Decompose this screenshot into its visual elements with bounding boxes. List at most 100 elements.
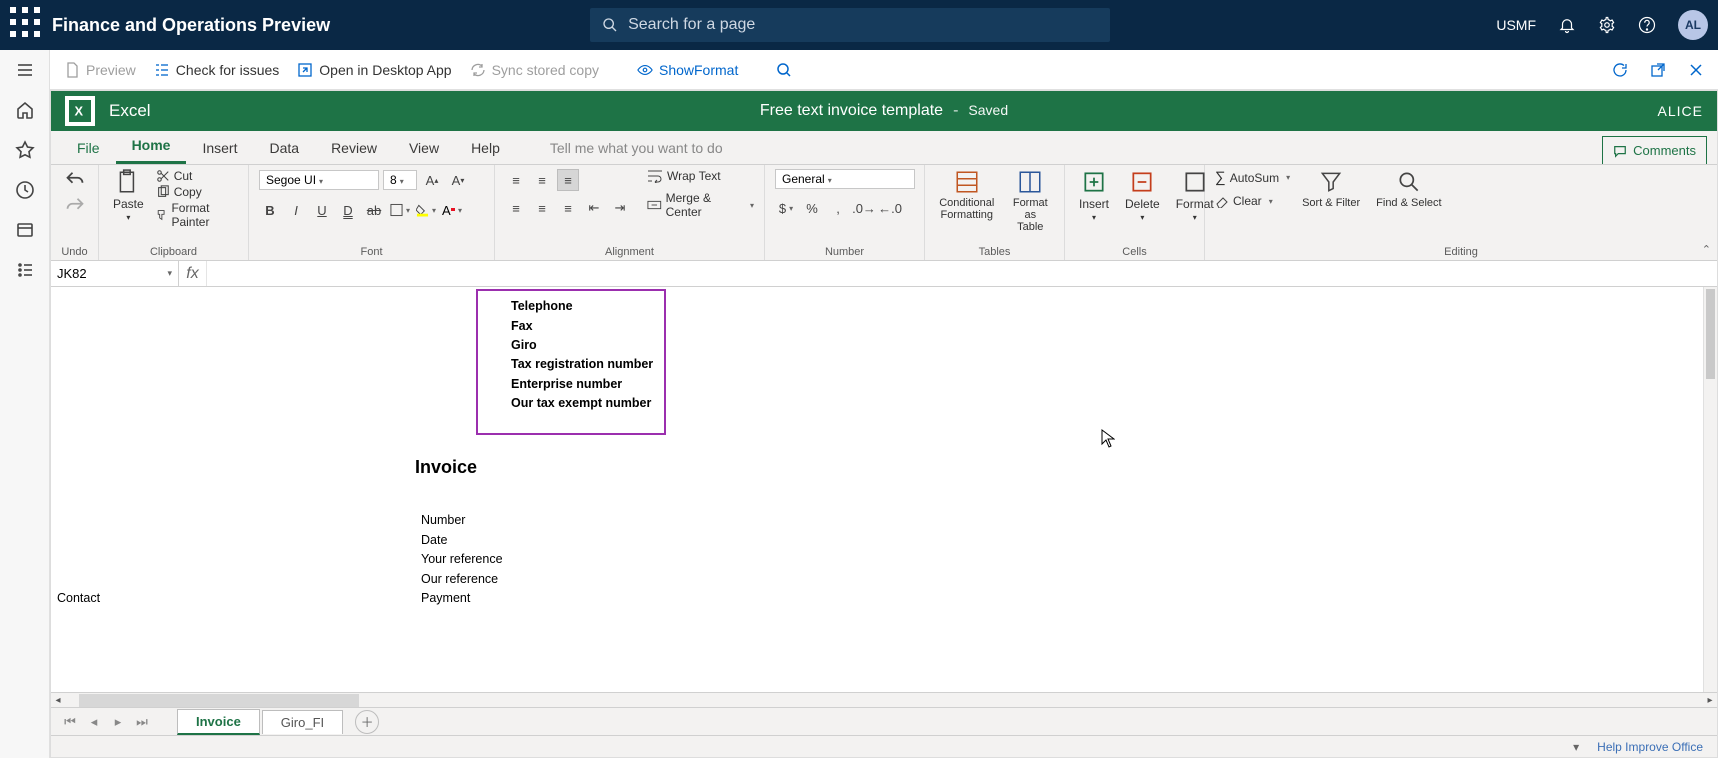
help-icon[interactable] [1638, 16, 1656, 34]
cell-giro[interactable]: Giro [511, 338, 537, 352]
cmd-search[interactable] [776, 62, 792, 78]
cmd-open-desktop[interactable]: Open in Desktop App [297, 62, 451, 78]
comma-button[interactable]: , [827, 197, 849, 219]
fx-icon[interactable]: fx [179, 261, 207, 286]
entity-label[interactable]: USMF [1496, 17, 1536, 33]
help-improve-link[interactable]: Help Improve Office [1597, 740, 1703, 754]
wrap-text-button[interactable]: Wrap Text [647, 169, 754, 183]
tab-insert[interactable]: Insert [186, 132, 253, 164]
decrease-font-button[interactable]: A▾ [447, 169, 469, 191]
nav-clock-icon[interactable] [15, 180, 35, 200]
increase-indent-button[interactable]: ⇥ [609, 197, 631, 219]
clear-button[interactable]: Clear [1215, 194, 1290, 208]
sheet-tab-giro[interactable]: Giro_FI [262, 710, 343, 734]
bold-button[interactable]: B [259, 199, 281, 221]
italic-button[interactable]: I [285, 199, 307, 221]
align-middle-button[interactable]: ≡ [531, 169, 553, 191]
cmd-showformat[interactable]: ShowFormat [637, 62, 738, 78]
sheet-tab-invoice[interactable]: Invoice [177, 709, 260, 735]
cut-button[interactable]: Cut [156, 169, 238, 183]
cell-yourref[interactable]: Your reference [421, 552, 503, 566]
font-family-select[interactable]: Segoe UI [259, 170, 379, 190]
font-size-select[interactable]: 8 [383, 170, 417, 190]
cell-fax[interactable]: Fax [511, 319, 533, 333]
cell-contact[interactable]: Contact [57, 591, 100, 605]
cell-payment[interactable]: Payment [421, 591, 470, 605]
double-underline-button[interactable]: D [337, 199, 359, 221]
cmd-check-issues[interactable]: Check for issues [154, 62, 279, 78]
currency-button[interactable]: $ [775, 197, 797, 219]
increase-font-button[interactable]: A▴ [421, 169, 443, 191]
name-box[interactable]: JK82▾ [51, 261, 179, 286]
conditional-formatting-button[interactable]: Conditional Formatting [935, 169, 999, 221]
tab-view[interactable]: View [393, 132, 455, 164]
gear-icon[interactable] [1598, 16, 1616, 34]
tab-data[interactable]: Data [253, 132, 315, 164]
comments-button[interactable]: Comments [1602, 136, 1707, 164]
nav-menu-icon[interactable] [15, 60, 35, 80]
sort-filter-button[interactable]: Sort & Filter [1298, 169, 1364, 209]
nav-star-icon[interactable] [15, 140, 35, 160]
font-color-button[interactable]: A [441, 199, 463, 221]
paste-button[interactable]: Paste▾ [109, 169, 148, 222]
cell-ourref[interactable]: Our reference [421, 572, 498, 586]
close-icon[interactable] [1688, 62, 1704, 78]
formula-input[interactable] [207, 261, 1717, 286]
decrease-indent-button[interactable]: ⇤ [583, 197, 605, 219]
find-select-button[interactable]: Find & Select [1372, 169, 1445, 209]
spreadsheet-grid[interactable]: Telephone Fax Giro Tax registration numb… [51, 287, 1717, 692]
waffle-icon[interactable] [10, 7, 42, 44]
cell-enterprise[interactable]: Enterprise number [511, 377, 622, 391]
nav-module-icon[interactable] [15, 220, 35, 240]
align-bottom-button[interactable]: ≡ [557, 169, 579, 191]
cell-taxexempt[interactable]: Our tax exempt number [511, 396, 651, 410]
excel-user[interactable]: ALICE [1658, 103, 1703, 119]
popout-icon[interactable] [1650, 62, 1666, 78]
hscroll-left-icon[interactable]: ◂ [51, 695, 65, 706]
fill-color-button[interactable] [415, 199, 437, 221]
sheet-nav-prev-icon[interactable]: ◂ [83, 714, 105, 730]
autosum-button[interactable]: ∑AutoSum [1215, 169, 1290, 186]
nav-list-icon[interactable] [15, 260, 35, 280]
sheet-nav-first-icon[interactable]: ⏮ [59, 714, 81, 730]
decrease-decimal-button[interactable]: ←.0 [879, 197, 901, 219]
percent-button[interactable]: % [801, 197, 823, 219]
status-menu-icon[interactable]: ▾ [1573, 740, 1579, 754]
increase-decimal-button[interactable]: .0→ [853, 197, 875, 219]
sheet-nav-next-icon[interactable]: ▸ [107, 714, 129, 730]
refresh-icon[interactable] [1612, 62, 1628, 78]
nav-home-icon[interactable] [15, 100, 35, 120]
cell-telephone[interactable]: Telephone [511, 299, 573, 313]
global-search[interactable]: Search for a page [590, 8, 1110, 42]
undo-button[interactable] [65, 169, 85, 189]
sheet-nav-last-icon[interactable]: ⏭ [131, 714, 153, 730]
border-button[interactable] [389, 199, 411, 221]
cell-invoice-title[interactable]: Invoice [415, 457, 477, 478]
tab-home[interactable]: Home [116, 129, 187, 164]
cmd-sync[interactable]: Sync stored copy [470, 62, 599, 78]
add-sheet-button[interactable]: ＋ [355, 710, 379, 734]
bell-icon[interactable] [1558, 16, 1576, 34]
align-center-button[interactable]: ≡ [531, 197, 553, 219]
underline-button[interactable]: U [311, 199, 333, 221]
user-avatar[interactable]: AL [1678, 10, 1708, 40]
cell-taxreg[interactable]: Tax registration number [511, 357, 653, 371]
tab-file[interactable]: File [61, 132, 116, 164]
collapse-ribbon-icon[interactable]: ⌃ [1702, 243, 1711, 256]
number-format-select[interactable]: General [775, 169, 915, 189]
horizontal-scrollbar[interactable]: ◂ ▸ [51, 692, 1717, 707]
cell-number[interactable]: Number [421, 513, 465, 527]
copy-button[interactable]: Copy [156, 185, 238, 199]
merge-center-button[interactable]: Merge & Center [647, 191, 754, 219]
delete-cells-button[interactable]: Delete▾ [1121, 169, 1164, 222]
cell-date[interactable]: Date [421, 533, 447, 547]
align-right-button[interactable]: ≡ [557, 197, 579, 219]
hscroll-right-icon[interactable]: ▸ [1703, 695, 1717, 706]
tab-review[interactable]: Review [315, 132, 393, 164]
format-as-table-button[interactable]: Format as Table [1007, 169, 1054, 233]
strike-button[interactable]: ab [363, 199, 385, 221]
tab-help[interactable]: Help [455, 132, 516, 164]
redo-button[interactable] [65, 195, 85, 215]
hscroll-thumb[interactable] [79, 694, 359, 707]
insert-cells-button[interactable]: Insert▾ [1075, 169, 1113, 222]
